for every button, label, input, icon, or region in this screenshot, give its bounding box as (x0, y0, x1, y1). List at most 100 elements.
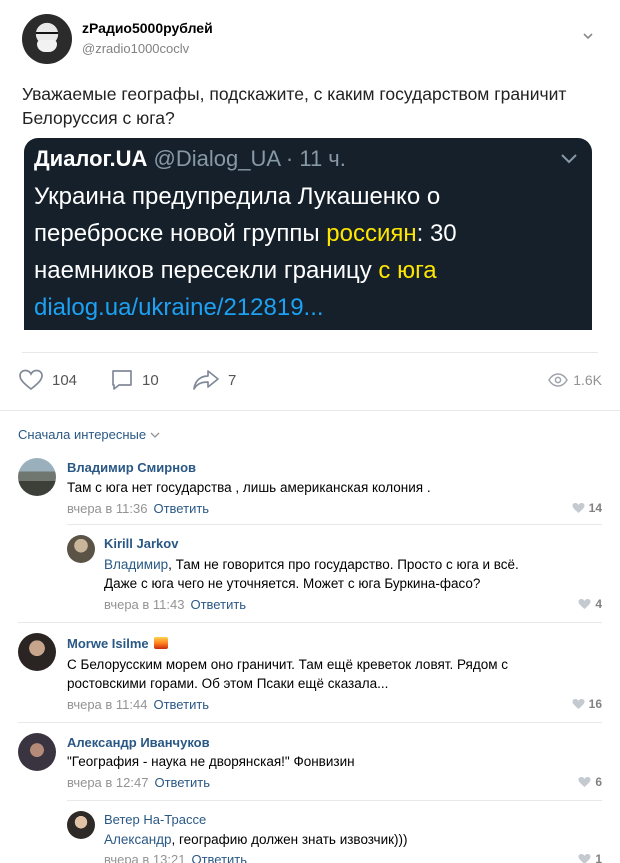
comment: Александр Иванчуков "География - наука н… (18, 733, 602, 799)
embed-text: переброске новой группы (34, 220, 327, 247)
reply-button[interactable]: Ответить (153, 697, 209, 712)
comment-like-button[interactable]: 14 (572, 501, 602, 515)
embed-line: Украина предупредила Лукашенко о (34, 183, 441, 210)
avatar[interactable] (18, 733, 56, 771)
comment-like-count: 1 (595, 852, 602, 863)
comment-reply: Ветер На-Трассе Александр, географию дол… (67, 811, 602, 863)
glasses-shape (36, 32, 58, 37)
divider (0, 410, 620, 411)
comment-text-line: ростовскими горами. Об этом Псаки ещё ск… (67, 676, 389, 691)
comment-text-part: , Там не говорится про государство. Прос… (168, 557, 519, 572)
share-icon (193, 370, 219, 390)
author-name[interactable]: zРадио5000рублей (82, 20, 213, 36)
reply-button[interactable]: Ответить (191, 852, 247, 863)
comment-like-button[interactable]: 1 (578, 852, 602, 863)
comment-author[interactable]: Kirill Jarkov (104, 536, 178, 551)
divider (67, 800, 602, 801)
avatar[interactable] (18, 633, 56, 671)
comment-meta: вчера в 11:43 Ответить (104, 597, 246, 612)
divider (67, 524, 602, 525)
comment-like-count: 4 (595, 597, 602, 611)
comment-time[interactable]: вчера в 11:36 (67, 501, 147, 516)
heart-icon (572, 503, 585, 513)
comment-text-part: , географию должен знать извозчик))) (171, 832, 408, 847)
comment-author[interactable]: Morwe Isilme (67, 636, 168, 651)
comment-text-line: Даже с юга чего не уточняется. Может с ю… (104, 576, 481, 591)
comment-time[interactable]: вчера в 11:44 (67, 697, 147, 712)
like-count: 104 (52, 371, 78, 389)
divider (18, 622, 602, 623)
embed-line: наемников пересекли границу с юга (34, 252, 584, 289)
comment-meta: вчера в 12:47 Ответить (67, 775, 210, 790)
author-avatar[interactable] (22, 14, 72, 64)
post-header: zРадио5000рублей @zradio1000coclv (22, 14, 602, 66)
comment-text: Там с юга нет государства , лишь америка… (67, 480, 431, 495)
divider (18, 722, 602, 723)
sunset-emoji-icon (153, 637, 168, 649)
embed-text: : 30 (416, 220, 457, 247)
comment-text: С Белорусским морем оно граничит. Там ещ… (67, 655, 597, 693)
author-handle[interactable]: @zradio1000coclv (82, 41, 189, 56)
embed-body: Украина предупредила Лукашенко о перебро… (34, 178, 584, 326)
comment-author-name: Morwe Isilme (67, 636, 149, 651)
heart-icon (578, 777, 591, 787)
heart-icon (578, 854, 591, 863)
comment-text: Владимир, Там не говорится про государст… (104, 555, 599, 593)
heart-icon (19, 369, 43, 391)
share-count: 7 (228, 371, 237, 389)
comment-author[interactable]: Ветер На-Трассе (104, 812, 206, 827)
comment-button[interactable]: 10 (110, 368, 159, 392)
comment-count: 10 (142, 371, 159, 389)
post-text: Уважаемые географы, подскажите, с каким … (22, 84, 567, 128)
comment-meta: вчера в 13:21 Ответить (104, 852, 247, 863)
heart-icon (572, 699, 585, 709)
heart-icon (578, 599, 591, 609)
comment-like-button[interactable]: 4 (578, 597, 602, 611)
comment: Morwe Isilme С Белорусским морем оно гра… (18, 633, 602, 715)
mention-link[interactable]: Владимир (104, 557, 168, 572)
comment-like-button[interactable]: 6 (578, 775, 602, 789)
comment-author[interactable]: Александр Иванчуков (67, 735, 210, 750)
mask-shape (37, 40, 57, 52)
reply-button[interactable]: Ответить (154, 775, 210, 790)
comment-time[interactable]: вчера в 13:21 (104, 852, 185, 863)
comment-text: Александр, географию должен знать извозч… (104, 830, 408, 849)
comment-time[interactable]: вчера в 12:47 (67, 775, 148, 790)
embedded-tweet-image[interactable]: Диалог.UA @Dialog_UA · 11 ч. Украина пре… (24, 138, 592, 330)
embed-header: Диалог.UA @Dialog_UA · 11 ч. (34, 146, 346, 172)
comment-text-line: Владимир, Там не говорится про государст… (104, 555, 599, 574)
embed-line: переброске новой группы россиян: 30 (34, 215, 584, 252)
share-button[interactable]: 7 (192, 368, 236, 392)
like-button[interactable]: 104 (18, 368, 77, 392)
embed-link: dialog.ua/ukraine/212819... (34, 294, 324, 321)
comment-reply: Kirill Jarkov Владимир, Там не говорится… (67, 535, 602, 617)
comment-meta: вчера в 11:36 Ответить (67, 501, 209, 516)
chevron-down-icon (561, 154, 577, 164)
comment-like-count: 6 (595, 775, 602, 789)
embed-highlight: россиян (326, 220, 417, 247)
embed-text: наемников пересекли границу (34, 257, 379, 284)
avatar[interactable] (67, 535, 95, 563)
divider (22, 352, 598, 353)
embed-handle-time: @Dialog_UA · 11 ч. (147, 146, 346, 171)
comment-text-line: С Белорусским морем оно граничит. Там ещ… (67, 657, 508, 672)
eye-icon (548, 373, 569, 387)
comment-author[interactable]: Владимир Смирнов (67, 460, 196, 475)
comment-meta: вчера в 11:44 Ответить (67, 697, 209, 712)
chevron-down-icon[interactable] (582, 30, 594, 42)
reply-button[interactable]: Ответить (190, 597, 246, 612)
comment: Владимир Смирнов Там с юга нет государст… (18, 458, 602, 524)
avatar[interactable] (67, 811, 95, 839)
comment-like-button[interactable]: 16 (572, 697, 602, 711)
comment-time[interactable]: вчера в 11:43 (104, 597, 184, 612)
chevron-down-icon (150, 432, 160, 438)
embed-source: Диалог.UA (34, 146, 148, 171)
comment-like-count: 14 (588, 501, 602, 515)
comment-icon (112, 370, 132, 390)
avatar[interactable] (18, 458, 56, 496)
reply-button[interactable]: Ответить (153, 501, 209, 516)
sort-label: Сначала интересные (18, 427, 147, 442)
sort-dropdown[interactable]: Сначала интересные (18, 427, 160, 442)
mention-link[interactable]: Александр (104, 832, 172, 847)
post-actions: 104 10 7 1.6K (18, 368, 602, 394)
